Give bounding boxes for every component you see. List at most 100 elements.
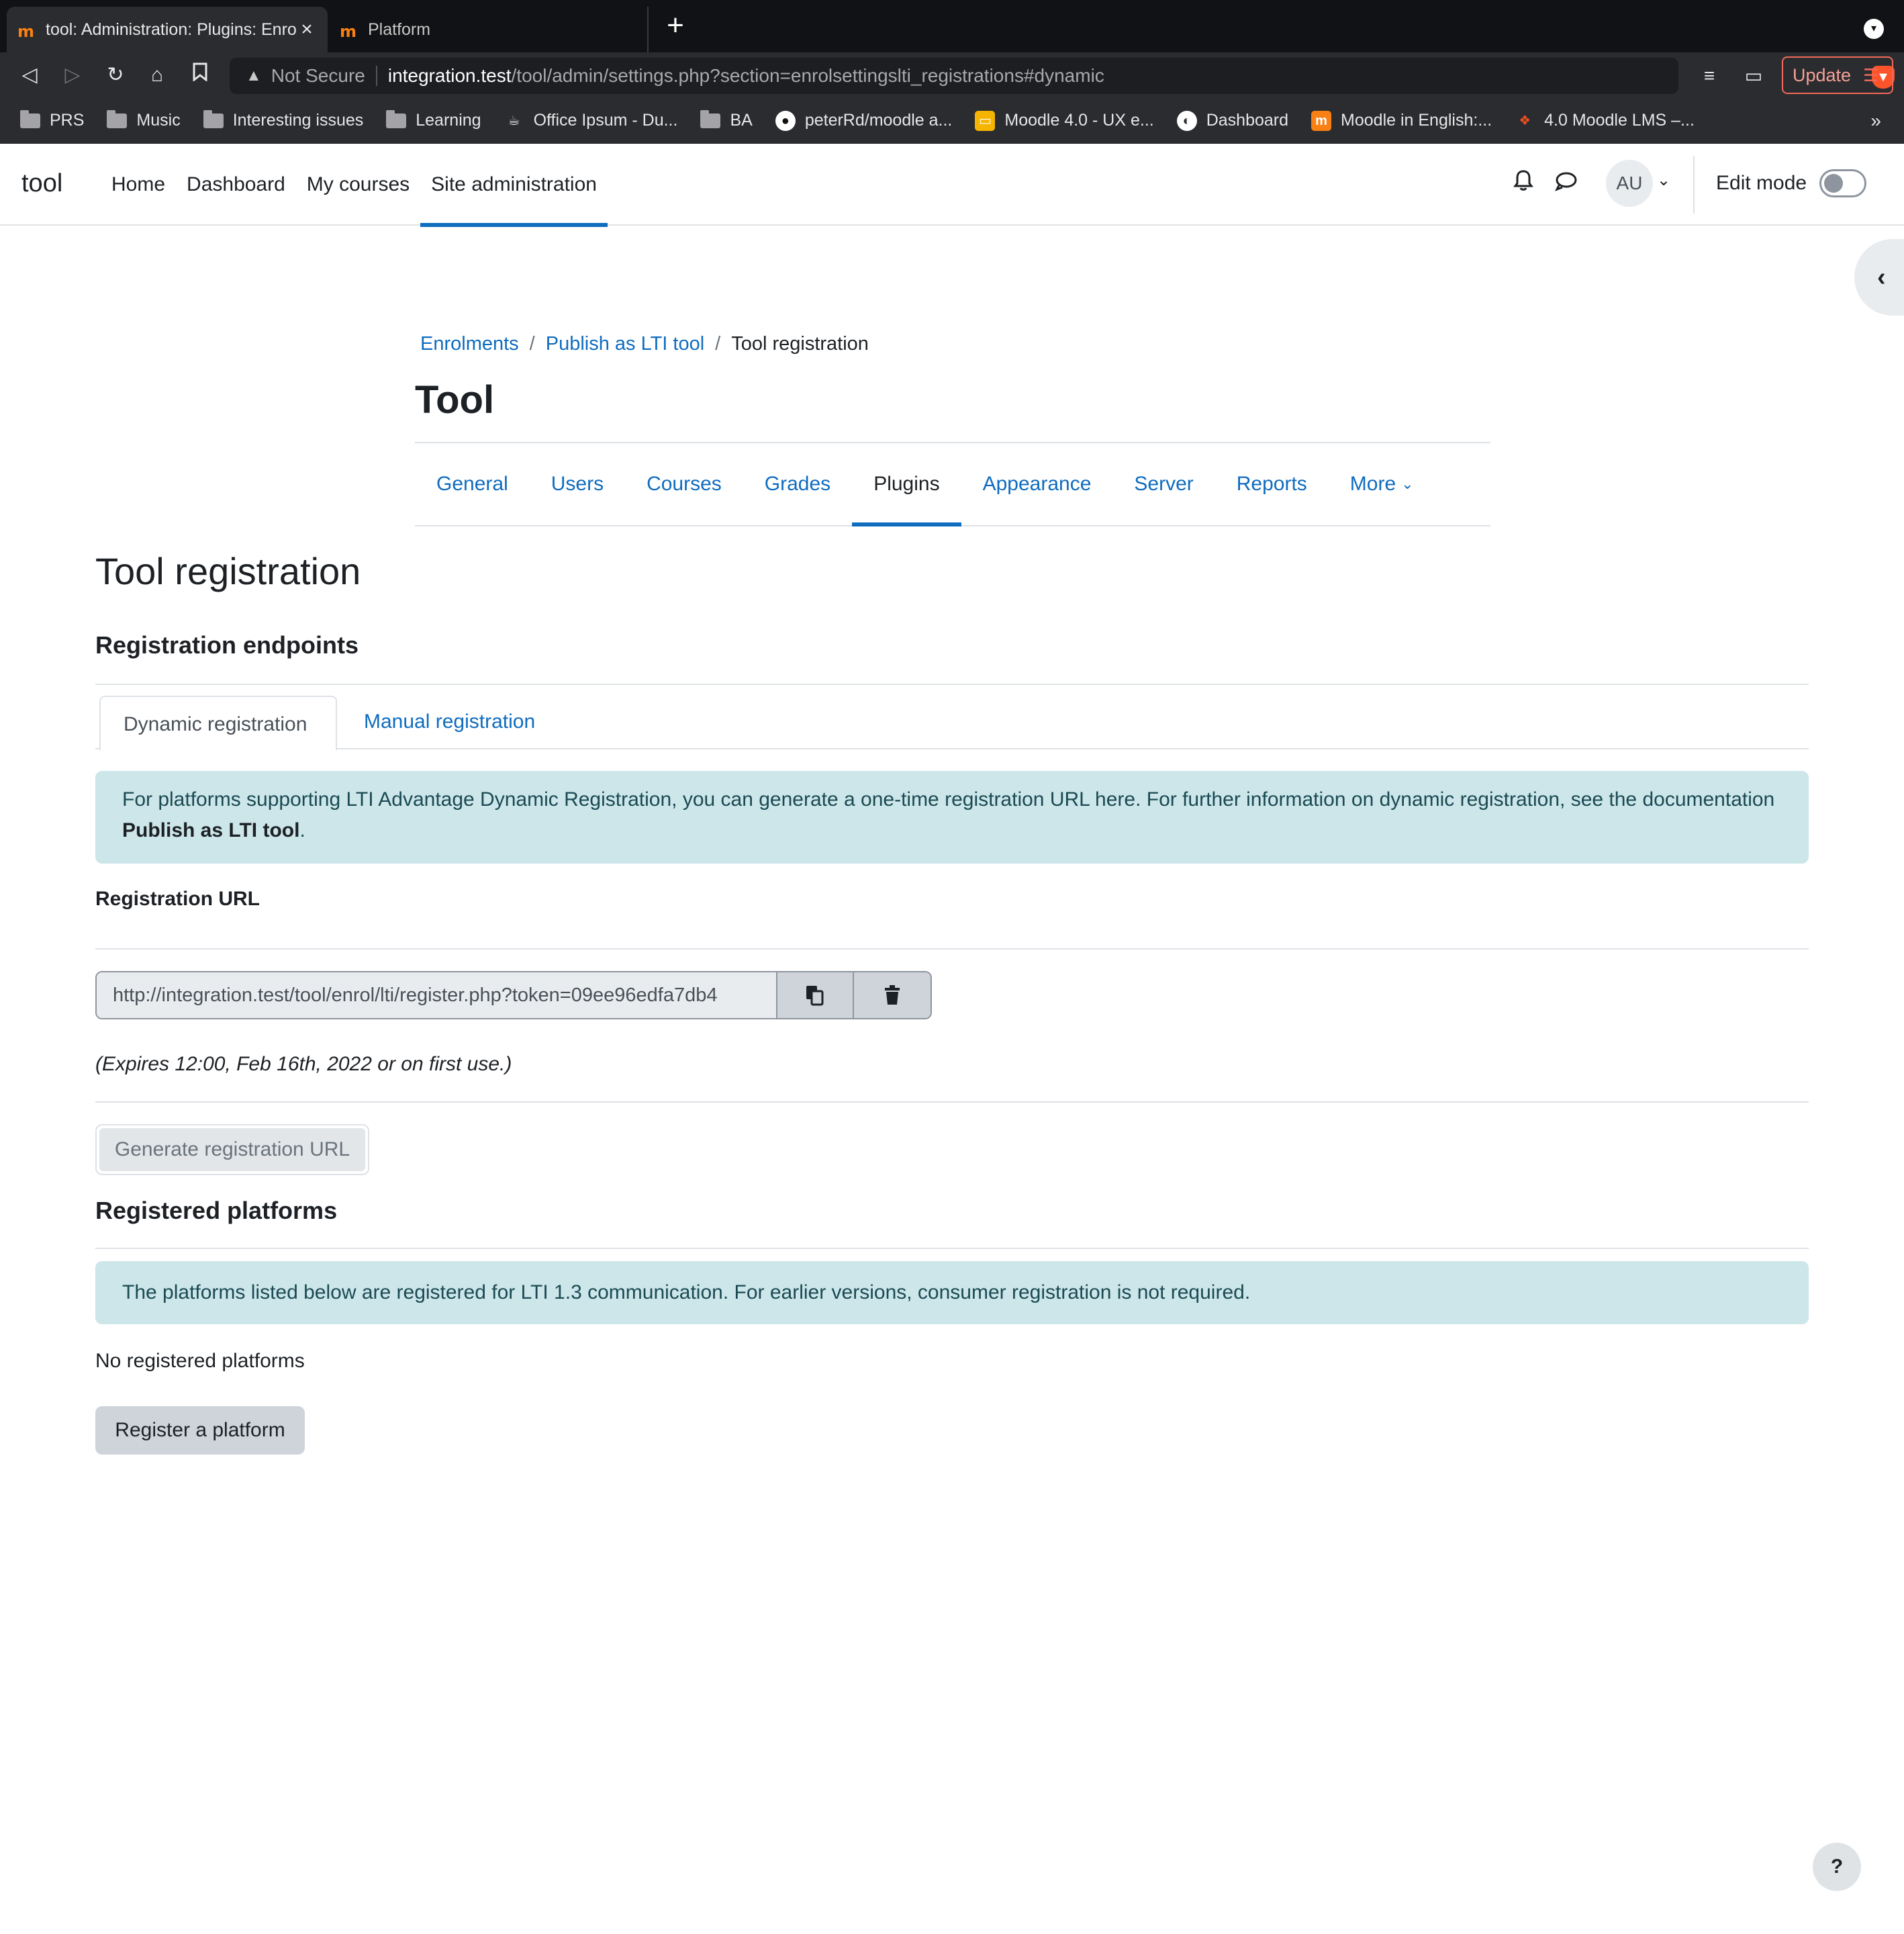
- bookmark-label: Music: [136, 111, 181, 130]
- no-platforms-text: No registered platforms: [95, 1350, 305, 1372]
- nav-dashboard[interactable]: Dashboard: [176, 144, 296, 226]
- bookmark-icon[interactable]: [185, 60, 215, 90]
- tab-title: tool: Administration: Plugins: Enrolment…: [46, 19, 297, 39]
- bookmark-learning[interactable]: Learning: [386, 109, 481, 130]
- folder-icon: [20, 109, 40, 128]
- drawer-chevron-left-icon[interactable]: ‹: [1854, 239, 1904, 316]
- tab-courses[interactable]: Courses: [625, 443, 743, 525]
- address-bar[interactable]: ▲ Not Secure integration.test/tool/admin…: [230, 58, 1895, 94]
- registration-url-group: http://integration.test/tool/enrol/lti/r…: [95, 971, 932, 1019]
- tab-general[interactable]: General: [415, 443, 530, 525]
- bookmark-label: 4.0 Moodle LMS –...: [1544, 111, 1695, 130]
- nav-home[interactable]: Home: [101, 144, 176, 226]
- chevron-double-right-icon[interactable]: »: [1870, 110, 1881, 132]
- wallet-icon[interactable]: ▭: [1740, 63, 1767, 89]
- bookmark-prs[interactable]: PRS: [20, 109, 85, 130]
- generate-button-label: Generate registration URL: [99, 1128, 365, 1171]
- edit-mode-toggle[interactable]: [1819, 169, 1866, 197]
- user-avatar[interactable]: AU: [1606, 160, 1653, 207]
- browser-tab-active[interactable]: m tool: Administration: Plugins: Enrolme…: [7, 7, 328, 52]
- chevron-down-icon[interactable]: ⌄: [1657, 171, 1670, 190]
- new-tab-plus-icon[interactable]: +: [661, 11, 690, 42]
- trash-icon[interactable]: [854, 972, 931, 1018]
- breadcrumb-enrolments[interactable]: Enrolments: [420, 333, 519, 355]
- tab-search-icon[interactable]: ▾: [1864, 19, 1884, 39]
- moodle-navbar: tool Home Dashboard My courses Site admi…: [0, 144, 1904, 227]
- update-button[interactable]: Update ☰: [1782, 56, 1893, 94]
- bookmark-peterrd-moodle[interactable]: ● peterRd/moodle a...: [775, 110, 953, 131]
- tab-dynamic-registration[interactable]: Dynamic registration: [99, 696, 337, 751]
- tab-more[interactable]: More ⌄: [1329, 443, 1435, 525]
- bookmark-label: Moodle 4.0 - UX e...: [1004, 111, 1154, 130]
- documentation-link[interactable]: Publish as LTI tool: [122, 819, 299, 841]
- bookmark-interesting-issues[interactable]: Interesting issues: [203, 109, 364, 130]
- divider: [95, 948, 1809, 950]
- tab-server[interactable]: Server: [1112, 443, 1215, 525]
- expiry-text: (Expires 12:00, Feb 16th, 2022 or on fir…: [95, 1053, 512, 1075]
- bell-icon[interactable]: [1508, 169, 1539, 200]
- bookmark-label: Learning: [416, 111, 481, 130]
- more-label: More: [1349, 473, 1396, 495]
- folder-icon: [107, 109, 128, 128]
- secondary-navigation: General Users Courses Grades Plugins App…: [415, 442, 1490, 526]
- site-brand[interactable]: tool: [21, 169, 62, 198]
- warning-icon: ▲: [246, 66, 262, 85]
- coffee-icon: ☕: [508, 113, 520, 128]
- page-title: Tool: [415, 378, 495, 422]
- tab-appearance[interactable]: Appearance: [961, 443, 1113, 525]
- bookmark-label: PRS: [50, 111, 85, 130]
- moodle-icon: m: [1311, 110, 1332, 131]
- bookmark-moodle-ux[interactable]: ▭ Moodle 4.0 - UX e...: [975, 110, 1154, 131]
- forward-arrow-icon[interactable]: ▷: [58, 60, 87, 90]
- bookmark-moodle-lms[interactable]: ❖ 4.0 Moodle LMS –...: [1515, 111, 1695, 131]
- tab-grades[interactable]: Grades: [743, 443, 852, 525]
- browser-toolbar: ◁ ▷ ↻ ⌂ ▲ Not Secure integration.test/to…: [0, 52, 1904, 98]
- folder-icon: [386, 109, 407, 128]
- moodle-favicon-icon: m: [17, 22, 35, 41]
- help-icon[interactable]: ?: [1813, 1843, 1861, 1891]
- url-host: integration.test: [387, 65, 512, 86]
- figma-icon: ❖: [1519, 113, 1531, 128]
- bookmark-dashboard[interactable]: ◐ Dashboard: [1176, 110, 1288, 131]
- bookmark-label: Moodle in English:...: [1341, 111, 1492, 130]
- registered-platforms-info: The platforms listed below are registere…: [95, 1261, 1809, 1324]
- copy-icon[interactable]: [777, 972, 855, 1018]
- close-icon[interactable]: ×: [297, 18, 317, 41]
- bookmark-label: peterRd/moodle a...: [804, 111, 953, 130]
- bookmark-label: Interesting issues: [232, 111, 364, 130]
- slides-icon: ▭: [975, 110, 996, 131]
- playlist-icon[interactable]: ≡: [1696, 63, 1723, 89]
- bookmark-label: Office Ipsum - Du...: [533, 111, 678, 130]
- home-icon[interactable]: ⌂: [142, 60, 172, 90]
- not-secure-label: Not Secure: [271, 65, 365, 86]
- registered-platforms-heading: Registered platforms: [95, 1197, 338, 1224]
- breadcrumb-publish-as-lti-tool[interactable]: Publish as LTI tool: [546, 333, 704, 355]
- tab-reports[interactable]: Reports: [1215, 443, 1329, 525]
- register-platform-button[interactable]: Register a platform: [95, 1406, 305, 1455]
- registration-url-field[interactable]: http://integration.test/tool/enrol/lti/r…: [97, 972, 778, 1018]
- nav-site-administration[interactable]: Site administration: [420, 144, 608, 227]
- bookmark-moodle-in-english[interactable]: m Moodle in English:...: [1311, 110, 1492, 131]
- back-arrow-icon[interactable]: ◁: [15, 60, 44, 90]
- bookmark-ba[interactable]: BA: [700, 109, 753, 130]
- bookmark-office-ipsum[interactable]: ☕ Office Ipsum - Du...: [504, 111, 678, 131]
- folder-icon: [700, 109, 721, 128]
- registration-url-label: Registration URL: [95, 888, 260, 910]
- tab-plugins[interactable]: Plugins: [852, 443, 962, 526]
- bookmark-music[interactable]: Music: [107, 109, 181, 130]
- breadcrumb-separator: /: [529, 333, 535, 355]
- browser-tab-platform[interactable]: m Platform: [333, 7, 649, 52]
- nav-my-courses[interactable]: My courses: [296, 144, 420, 226]
- reload-icon[interactable]: ↻: [101, 60, 130, 90]
- dynamic-registration-info: For platforms supporting LTI Advantage D…: [95, 771, 1809, 864]
- info-text: For platforms supporting LTI Advantage D…: [122, 788, 1775, 811]
- globe-icon: ◐: [1176, 110, 1197, 131]
- toggle-knob: [1824, 174, 1843, 193]
- primary-navigation: Home Dashboard My courses Site administr…: [101, 144, 608, 227]
- section-heading: Tool registration: [95, 550, 361, 592]
- breadcrumb: Enrolments / Publish as LTI tool / Tool …: [420, 333, 869, 355]
- generate-registration-url-button[interactable]: Generate registration URL: [95, 1124, 369, 1175]
- tab-users[interactable]: Users: [530, 443, 625, 525]
- tab-manual-registration[interactable]: Manual registration: [341, 694, 558, 749]
- messages-icon[interactable]: [1551, 169, 1582, 200]
